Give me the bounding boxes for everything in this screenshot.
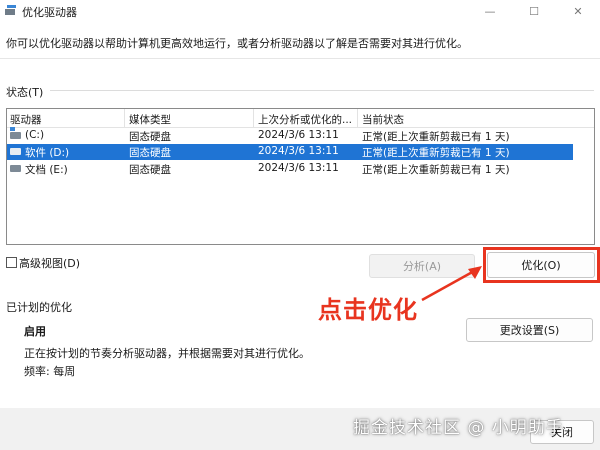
title-bar: 优化驱动器 — ☐ ✕ <box>0 0 600 22</box>
window-title: 优化驱动器 <box>22 6 77 19</box>
drive-row-d[interactable]: 软件 (D:) 固态硬盘 2024/3/6 13:11 正常(距上次重新剪裁已有… <box>7 144 573 160</box>
drive-row-c[interactable]: (C:) 固态硬盘 2024/3/6 13:11 正常(距上次重新剪裁已有 1 … <box>7 127 573 144</box>
drive-name: (C:) <box>25 129 45 141</box>
column-divider[interactable] <box>253 109 254 127</box>
schedule-frequency: 频率: 每周 <box>24 365 76 378</box>
group-divider <box>50 90 594 91</box>
drive-list[interactable]: 驱动器 媒体类型 上次分析或优化的... 当前状态 (C:) 固态硬盘 2024… <box>6 108 595 245</box>
system-drive-icon <box>10 127 21 139</box>
divider <box>0 58 600 59</box>
column-header-last-run[interactable]: 上次分析或优化的... <box>258 112 352 127</box>
current-status: 正常(距上次重新剪裁已有 1 天) <box>362 131 510 143</box>
scheduled-section-title: 已计划的优化 <box>6 301 72 314</box>
defrag-app-icon <box>5 5 16 15</box>
current-status: 正常(距上次重新剪裁已有 1 天) <box>362 164 510 176</box>
last-run: 2024/3/6 13:11 <box>258 145 339 157</box>
current-status: 正常(距上次重新剪裁已有 1 天) <box>362 147 510 159</box>
drive-name: 软件 (D:) <box>25 147 70 159</box>
annotation-text: 点击优化 <box>318 296 418 324</box>
close-window-button[interactable]: ✕ <box>556 0 600 22</box>
drive-icon <box>10 148 21 155</box>
minimize-button[interactable]: — <box>468 0 512 22</box>
drive-name: 文档 (E:) <box>25 164 68 176</box>
media-type: 固态硬盘 <box>129 147 171 159</box>
column-header-drive[interactable]: 驱动器 <box>10 112 42 127</box>
description-text: 你可以优化驱动器以帮助计算机更高效地运行，或者分析驱动器以了解是否需要对其进行优… <box>6 37 468 50</box>
annotation-arrow-icon <box>421 266 482 302</box>
column-divider[interactable] <box>124 109 125 127</box>
column-header-status[interactable]: 当前状态 <box>362 112 404 127</box>
advanced-view-checkbox[interactable] <box>6 257 17 268</box>
highlight-box <box>483 247 600 283</box>
media-type: 固态硬盘 <box>129 131 171 143</box>
column-divider[interactable] <box>357 109 358 127</box>
list-header: 驱动器 媒体类型 上次分析或优化的... 当前状态 <box>7 109 594 128</box>
drive-icon <box>10 165 21 172</box>
drive-row-e[interactable]: 文档 (E:) 固态硬盘 2024/3/6 13:11 正常(距上次重新剪裁已有… <box>7 161 573 177</box>
schedule-description: 正在按计划的节奏分析驱动器，并根据需要对其进行优化。 <box>24 347 310 360</box>
watermark-text: 掘金技术社区 @ 小明助手 <box>353 418 564 438</box>
last-run: 2024/3/6 13:11 <box>258 129 339 141</box>
column-header-media[interactable]: 媒体类型 <box>129 112 171 127</box>
media-type: 固态硬盘 <box>129 164 171 176</box>
maximize-button[interactable]: ☐ <box>512 0 556 22</box>
status-group-label: 状态(T) <box>6 86 44 99</box>
advanced-view-label[interactable]: 高级视图(D) <box>19 255 80 271</box>
last-run: 2024/3/6 13:11 <box>258 162 339 174</box>
change-settings-button[interactable]: 更改设置(S) <box>466 318 593 342</box>
schedule-enabled-label: 启用 <box>24 325 46 338</box>
